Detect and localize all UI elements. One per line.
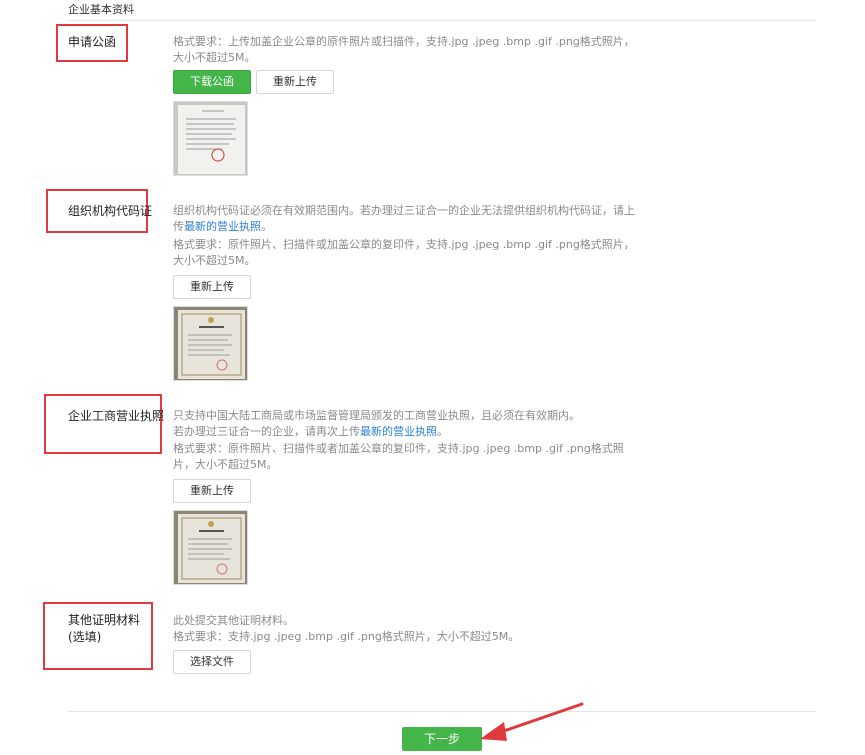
latest-license-link-2[interactable]: 最新的营业执照 [360,425,437,438]
letter-label: 申请公函 [68,35,117,49]
choose-file-button[interactable]: 选择文件 [173,650,251,674]
reupload-letter-button[interactable]: 重新上传 [256,70,334,94]
bizlicense-format-desc: 格式要求：原件照片、扫描件或者加盖公章的复印件，支持.jpg .jpeg .bm… [173,442,624,471]
bizlicense-label: 企业工商营业执照 [68,409,165,423]
latest-license-link[interactable]: 最新的营业执照 [184,220,261,233]
orgcode-format-desc: 格式要求：原件照片、扫描件或加盖公章的复印件，支持.jpg .jpeg .bmp… [173,238,635,267]
orgcode-validity-desc: 组织机构代码证必须在有效期范围内。若办理过三证合一的企业无法提供组织机构代码证，… [173,204,635,233]
reupload-bizlicense-button[interactable]: 重新上传 [173,479,251,503]
section-title: 企业基本资料 [68,3,134,16]
red-pointer-arrow-icon [480,702,584,741]
other-format-desc: 格式要求：支持.jpg .jpeg .bmp .gif .png格式照片，大小不… [173,630,520,643]
bizlicense-document-thumbnail-icon[interactable] [173,510,248,585]
other-optional-label: (选填) [68,630,102,644]
letter-format-desc: 格式要求：上传加盖企业公章的原件照片或扫描件，支持.jpg .jpeg .bmp… [173,35,635,64]
other-desc: 此处提交其他证明材料。 [173,614,294,627]
orgcode-label: 组织机构代码证 [68,204,153,218]
download-letter-button[interactable]: 下载公函 [173,70,251,94]
header-divider [68,20,816,21]
reupload-orgcode-button[interactable]: 重新上传 [173,275,251,299]
bizlicense-threeinone-desc: 若办理过三证合一的企业，请再次上传最新的营业执照。 [173,425,448,438]
footer-divider [68,711,816,712]
bizlicense-scope-desc: 只支持中国大陆工商局或市场监督管理局颁发的工商营业执照，且必须在有效期内。 [173,409,580,422]
license-document-thumbnail-icon[interactable] [173,306,248,381]
letter-document-thumbnail-icon[interactable] [173,101,248,176]
